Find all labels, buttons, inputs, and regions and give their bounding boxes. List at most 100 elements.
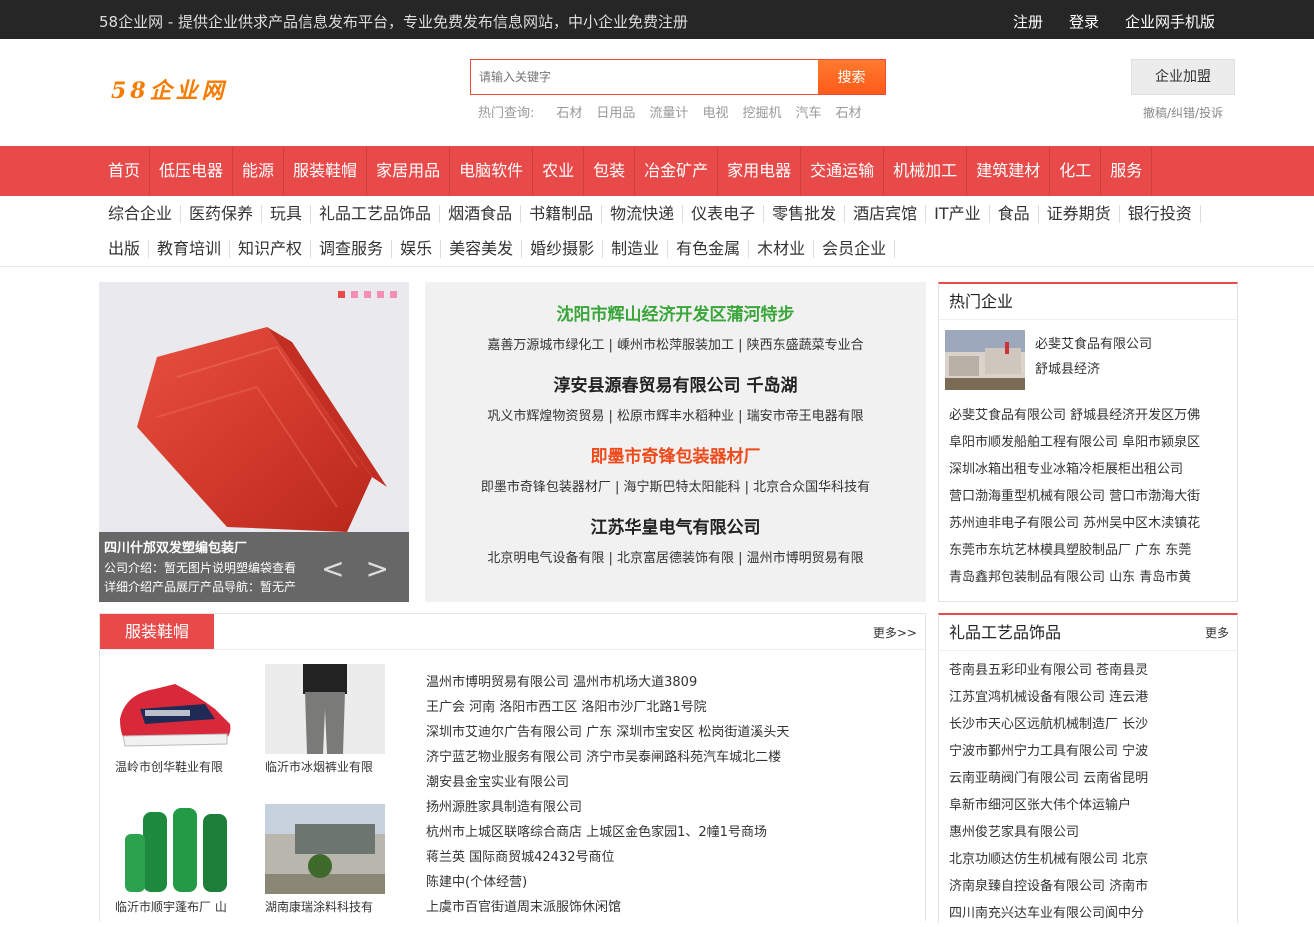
product-image[interactable] — [115, 804, 235, 894]
headline-sub[interactable]: 北京明电气设备有限 | 北京富居德装饰有限 | 温州市博明贸易有限 — [425, 547, 926, 566]
sub-nav-item[interactable]: 烟酒食品 — [440, 204, 522, 223]
section-tab[interactable]: 服装鞋帽 — [100, 614, 214, 649]
company-link[interactable]: 四川南充兴达车业有限公司阆中分 — [949, 900, 1237, 927]
main-nav-item[interactable]: 交通运输 — [801, 146, 885, 196]
sub-nav-item[interactable]: 书籍制品 — [521, 204, 603, 223]
hot-term[interactable]: 日用品 — [596, 102, 635, 121]
hot-term[interactable]: 挖掘机 — [742, 102, 781, 121]
product-image[interactable] — [115, 664, 235, 754]
product-name[interactable]: 临沂市顺宇蓬布厂 山 — [115, 898, 255, 915]
company-link[interactable]: 阜阳市顺发船舶工程有限公司 阜阳市颍泉区 — [949, 429, 1237, 456]
product-image[interactable] — [265, 664, 385, 754]
sub-nav-item[interactable]: 会员企业 — [814, 239, 896, 258]
company-link[interactable]: 北京功顺达仿生机械有限公司 北京 — [949, 846, 1237, 873]
main-nav-item[interactable]: 机械加工 — [884, 146, 968, 196]
slider-dot[interactable] — [364, 291, 371, 298]
company-link[interactable]: 云南亚萌阀门有限公司 云南省昆明 — [949, 765, 1237, 792]
sub-nav-item[interactable]: 仪表电子 — [683, 204, 765, 223]
sub-nav-item[interactable]: 玩具 — [262, 204, 312, 223]
search-input[interactable] — [471, 60, 818, 94]
sub-nav-item[interactable]: 零售批发 — [764, 204, 846, 223]
product-card[interactable]: 临沂市顺宇蓬布厂 山 — [115, 804, 255, 915]
product-name[interactable]: 湖南康瑞涂料科技有 — [265, 898, 405, 915]
sub-nav-item[interactable]: 木材业 — [749, 239, 815, 258]
complain-link[interactable]: 撤稿/纠错/投诉 — [1143, 104, 1223, 121]
headline-sub[interactable]: 即墨市奇锋包装器材厂 | 海宁斯巴特太阳能科 | 北京合众国华科技有 — [425, 476, 926, 495]
hot-term[interactable]: 汽车 — [795, 102, 821, 121]
sub-nav-item[interactable]: 食品 — [990, 204, 1039, 223]
product-card[interactable]: 湖南康瑞涂料科技有 — [265, 804, 405, 915]
hot-term[interactable]: 流量计 — [649, 102, 688, 121]
sub-nav-item[interactable]: 娱乐 — [392, 239, 442, 258]
hot-term[interactable]: 石材 — [835, 102, 861, 121]
company-link[interactable]: 王广会 河南 洛阳市西工区 洛阳市沙厂北路1号院 — [426, 695, 789, 720]
sub-nav-item[interactable]: IT产业 — [926, 204, 990, 223]
company-link[interactable]: 阜新市细河区张大伟个体运输户 — [949, 792, 1237, 819]
product-card[interactable]: 临沂市冰烟裤业有限 — [265, 664, 405, 775]
company-link[interactable]: 苍南县五彩印业有限公司 苍南县灵 — [949, 657, 1237, 684]
company-link[interactable]: 东莞市东坑艺林模具塑胶制品厂 广东 东莞 — [949, 537, 1237, 564]
main-nav-item[interactable]: 服务 — [1101, 146, 1153, 196]
sub-nav-item[interactable]: 知识产权 — [230, 239, 312, 258]
sub-nav-item[interactable]: 物流快递 — [602, 204, 684, 223]
company-link[interactable]: 扬州源胜家具制造有限公司 — [426, 795, 789, 820]
register-link[interactable]: 注册 — [1013, 11, 1043, 32]
main-nav-item[interactable]: 冶金矿产 — [635, 146, 719, 196]
headline-title[interactable]: 即墨市奇锋包装器材厂 — [425, 446, 926, 468]
main-nav-item[interactable]: 首页 — [99, 146, 151, 196]
company-link[interactable]: 上虞市百官街道周末派服饰休闲馆 — [426, 895, 789, 920]
hot-term[interactable]: 电视 — [702, 102, 728, 121]
main-nav-item[interactable]: 服装鞋帽 — [284, 146, 368, 196]
sub-nav-item[interactable]: 调查服务 — [311, 239, 393, 258]
sub-nav-item[interactable]: 银行投资 — [1120, 204, 1201, 223]
slider-dot[interactable] — [377, 291, 384, 298]
company-link[interactable]: 长沙市天心区远航机械制造厂 长沙 — [949, 711, 1237, 738]
sub-nav-item[interactable]: 酒店宾馆 — [845, 204, 927, 223]
main-nav-item[interactable]: 电脑软件 — [450, 146, 534, 196]
main-nav-item[interactable]: 农业 — [533, 146, 585, 196]
sub-nav-item[interactable]: 美容美发 — [441, 239, 523, 258]
company-link[interactable]: 深圳冰箱出租专业冰箱冷柜展柜出租公司 — [949, 456, 1237, 483]
main-nav-item[interactable]: 化工 — [1050, 146, 1102, 196]
join-button[interactable]: 企业加盟 — [1131, 59, 1235, 95]
company-link[interactable]: 潮安县金宝实业有限公司 — [426, 770, 789, 795]
company-photo[interactable] — [945, 330, 1025, 390]
company-link[interactable]: 江苏宜鸿机械设备有限公司 连云港 — [949, 684, 1237, 711]
company-link[interactable]: 惠州俊艺家具有限公司 — [949, 819, 1237, 846]
sub-nav-item[interactable]: 出版 — [99, 239, 150, 258]
product-image[interactable] — [265, 804, 385, 894]
main-nav-item[interactable]: 家居用品 — [367, 146, 451, 196]
company-link[interactable]: 蒋兰英 国际商贸城42432号商位 — [426, 845, 789, 870]
sub-nav-item[interactable]: 教育培训 — [149, 239, 231, 258]
headline-title[interactable]: 江苏华皇电气有限公司 — [425, 517, 926, 539]
company-link[interactable]: 济南泉臻自控设备有限公司 济南市 — [949, 873, 1237, 900]
login-link[interactable]: 登录 — [1069, 11, 1099, 32]
product-card[interactable]: 温岭市创华鞋业有限 — [115, 664, 255, 775]
sub-nav-item[interactable]: 制造业 — [603, 239, 669, 258]
main-nav-item[interactable]: 低压电器 — [150, 146, 234, 196]
product-name[interactable]: 温岭市创华鞋业有限 — [115, 758, 255, 775]
banner-slider[interactable]: 四川什邡双发塑编包装厂 公司介绍：暂无图片说明塑编袋查看 详细介绍产品展厅产品导… — [99, 282, 409, 602]
main-nav-item[interactable]: 包装 — [584, 146, 636, 196]
sub-nav-item[interactable]: 礼品工艺品饰品 — [311, 204, 441, 223]
slider-arrows[interactable]: < > — [321, 552, 395, 585]
headline-sub[interactable]: 巩义市辉煌物资贸易 | 松原市辉丰水稻种业 | 瑞安市帝王电器有限 — [425, 405, 926, 424]
headline-title[interactable]: 淳安县源春贸易有限公司 千岛湖 — [425, 375, 926, 397]
featured-company-name[interactable]: 必斐艾食品有限公司 — [1035, 332, 1152, 357]
sub-nav-item[interactable]: 有色金属 — [668, 239, 750, 258]
company-link[interactable]: 陈建中(个体经营) — [426, 870, 789, 895]
headline-title[interactable]: 沈阳市辉山经济开发区蒲河特步 — [425, 304, 926, 326]
company-link[interactable]: 济宁蓝艺物业服务有限公司 济宁市吴泰闸路科苑汽车城北二楼 — [426, 745, 789, 770]
main-nav-item[interactable]: 建筑建材 — [967, 146, 1051, 196]
company-link[interactable]: 深圳市艾迪尔广告有限公司 广东 深圳市宝安区 松岗街道溪头天 — [426, 720, 789, 745]
mobile-link[interactable]: 企业网手机版 — [1125, 11, 1215, 32]
more-link[interactable]: 更多 — [1205, 615, 1229, 651]
main-nav-item[interactable]: 家用电器 — [718, 146, 802, 196]
sub-nav-item[interactable]: 医药保养 — [181, 204, 263, 223]
company-link[interactable]: 营口渤海重型机械有限公司 营口市渤海大街 — [949, 483, 1237, 510]
product-name[interactable]: 临沂市冰烟裤业有限 — [265, 758, 405, 775]
slider-dot[interactable] — [338, 291, 345, 298]
slider-dot[interactable] — [351, 291, 358, 298]
sub-nav-item[interactable]: 综合企业 — [99, 204, 182, 223]
sub-nav-item[interactable]: 婚纱摄影 — [522, 239, 604, 258]
